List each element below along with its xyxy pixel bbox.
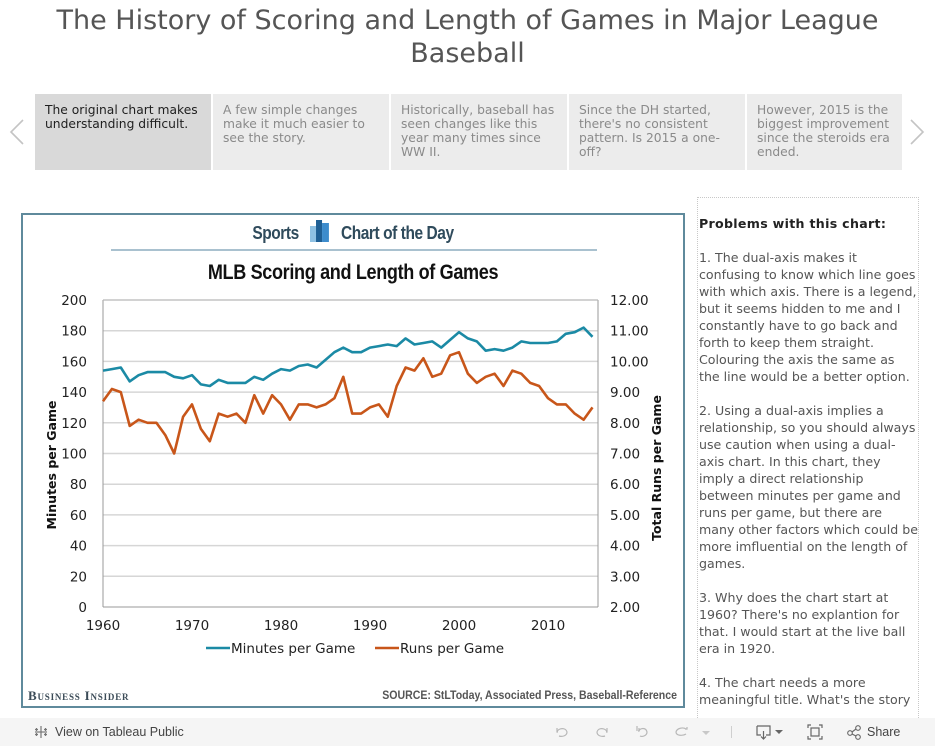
story-point-4[interactable]: Since the DH started, there's no consist… xyxy=(569,94,745,170)
refresh-dropdown-icon[interactable] xyxy=(701,724,711,740)
y-tick-label: 60 xyxy=(70,508,87,524)
y2-tick-label: 7.00 xyxy=(610,447,640,463)
x-tick-label: 1960 xyxy=(86,618,120,634)
note-paragraph: 1. The dual-axis makes it confusing to k… xyxy=(699,250,917,384)
y2-axis-label: Total Runs per Game xyxy=(649,395,664,541)
source-note: SOURCE: StLToday, Associated Press, Base… xyxy=(382,688,677,702)
toolbar-divider xyxy=(731,726,732,738)
y-tick-label: 100 xyxy=(61,447,87,463)
y2-tick-label: 3.00 xyxy=(610,569,640,585)
y-axis-left-ticks: 0 20 40 60 80 100 120 140 160 180 200 xyxy=(61,293,87,616)
y2-tick-label: 8.00 xyxy=(610,416,640,432)
y-axis-right-ticks: 2.00 3.00 4.00 5.00 6.00 7.00 8.00 9.00 10.00 11.… xyxy=(610,293,649,616)
chart-image: Sports Chart of the Day MLB Scoring and … xyxy=(21,213,685,708)
legend-item: Minutes per Game xyxy=(206,641,355,657)
y2-tick-label: 9.00 xyxy=(610,385,640,401)
note-paragraph: 2. Using a dual-axis implies a relations… xyxy=(699,403,918,571)
share-label: Share xyxy=(867,725,901,739)
refresh-icon[interactable] xyxy=(673,724,689,740)
share-button[interactable]: Share xyxy=(846,724,900,740)
story-points-nav: The original chart makes understanding d… xyxy=(35,94,902,170)
series-line-minutes-per-game xyxy=(102,326,594,388)
tableau-logo-icon xyxy=(35,726,47,738)
y-tick-label: 80 xyxy=(70,477,87,493)
publisher-logo: Business Insider xyxy=(28,688,130,703)
x-tick-label: 1990 xyxy=(353,618,387,634)
x-tick-label: 2000 xyxy=(442,618,476,634)
revert-icon[interactable] xyxy=(634,724,650,740)
redo-icon[interactable] xyxy=(594,724,610,740)
line-chart: 0 20 40 60 80 100 120 140 160 180 200 2.00 3.00 4.00… xyxy=(44,293,664,657)
y-tick-label: 180 xyxy=(61,324,87,340)
legend-label: Runs per Game xyxy=(400,641,504,657)
y-tick-label: 20 xyxy=(70,569,87,585)
series-line-runs-per-game xyxy=(101,350,594,455)
chevron-right-icon xyxy=(910,119,925,145)
chevron-left-icon xyxy=(9,119,24,145)
story-point-1[interactable]: The original chart makes understanding d… xyxy=(35,94,211,170)
note-paragraph: 4. The chart needs a more meaningful tit… xyxy=(699,675,911,707)
view-on-tableau-label: View on Tableau Public xyxy=(55,725,184,739)
next-point-button[interactable] xyxy=(906,118,928,146)
x-tick-label: 1980 xyxy=(264,618,298,634)
undo-icon[interactable] xyxy=(554,724,570,740)
y-tick-label: 140 xyxy=(61,385,87,401)
y2-tick-label: 10.00 xyxy=(610,354,649,370)
y2-tick-label: 6.00 xyxy=(610,477,640,493)
y-tick-label: 160 xyxy=(61,354,87,370)
x-axis-ticks: 1960 1970 1980 1990 2000 2010 xyxy=(86,618,565,634)
x-tick-label: 1970 xyxy=(175,618,209,634)
y-tick-label: 120 xyxy=(61,416,87,432)
legend-label: Minutes per Game xyxy=(231,641,355,657)
story-point-3[interactable]: Historically, baseball has seen changes … xyxy=(391,94,567,170)
tableau-toolbar: View on Tableau Public Share xyxy=(0,718,935,746)
fullscreen-icon[interactable] xyxy=(807,724,823,740)
notes-panel: Problems with this chart: 1. The dual-ax… xyxy=(697,197,919,718)
story-point-5[interactable]: However, 2015 is the biggest improvement… xyxy=(747,94,902,170)
y-tick-label: 200 xyxy=(61,293,87,309)
y2-tick-label: 2.00 xyxy=(610,600,640,616)
previous-point-button[interactable] xyxy=(6,118,28,146)
story-title: The History of Scoring and Length of Gam… xyxy=(56,5,879,69)
legend: Minutes per Game Runs per Game xyxy=(206,641,504,657)
y-tick-label: 40 xyxy=(70,539,87,555)
y2-tick-label: 12.00 xyxy=(610,293,649,309)
x-tick-label: 2010 xyxy=(531,618,565,634)
story-point-2[interactable]: A few simple changes make it much easier… xyxy=(213,94,389,170)
y-axis-label: Minutes per Game xyxy=(44,401,59,530)
note-paragraph: 3. Why does the chart start at 1960? The… xyxy=(699,590,906,656)
y2-tick-label: 11.00 xyxy=(610,324,649,340)
y-tick-label: 0 xyxy=(78,600,87,616)
y2-tick-label: 5.00 xyxy=(610,508,640,524)
y2-tick-label: 4.00 xyxy=(610,539,640,555)
download-icon[interactable] xyxy=(755,724,785,740)
view-on-tableau-link[interactable]: View on Tableau Public xyxy=(33,724,184,740)
share-icon xyxy=(847,725,861,740)
notes-heading: Problems with this chart: xyxy=(699,216,887,231)
legend-item: Runs per Game xyxy=(375,641,504,657)
series-lines xyxy=(101,326,594,455)
